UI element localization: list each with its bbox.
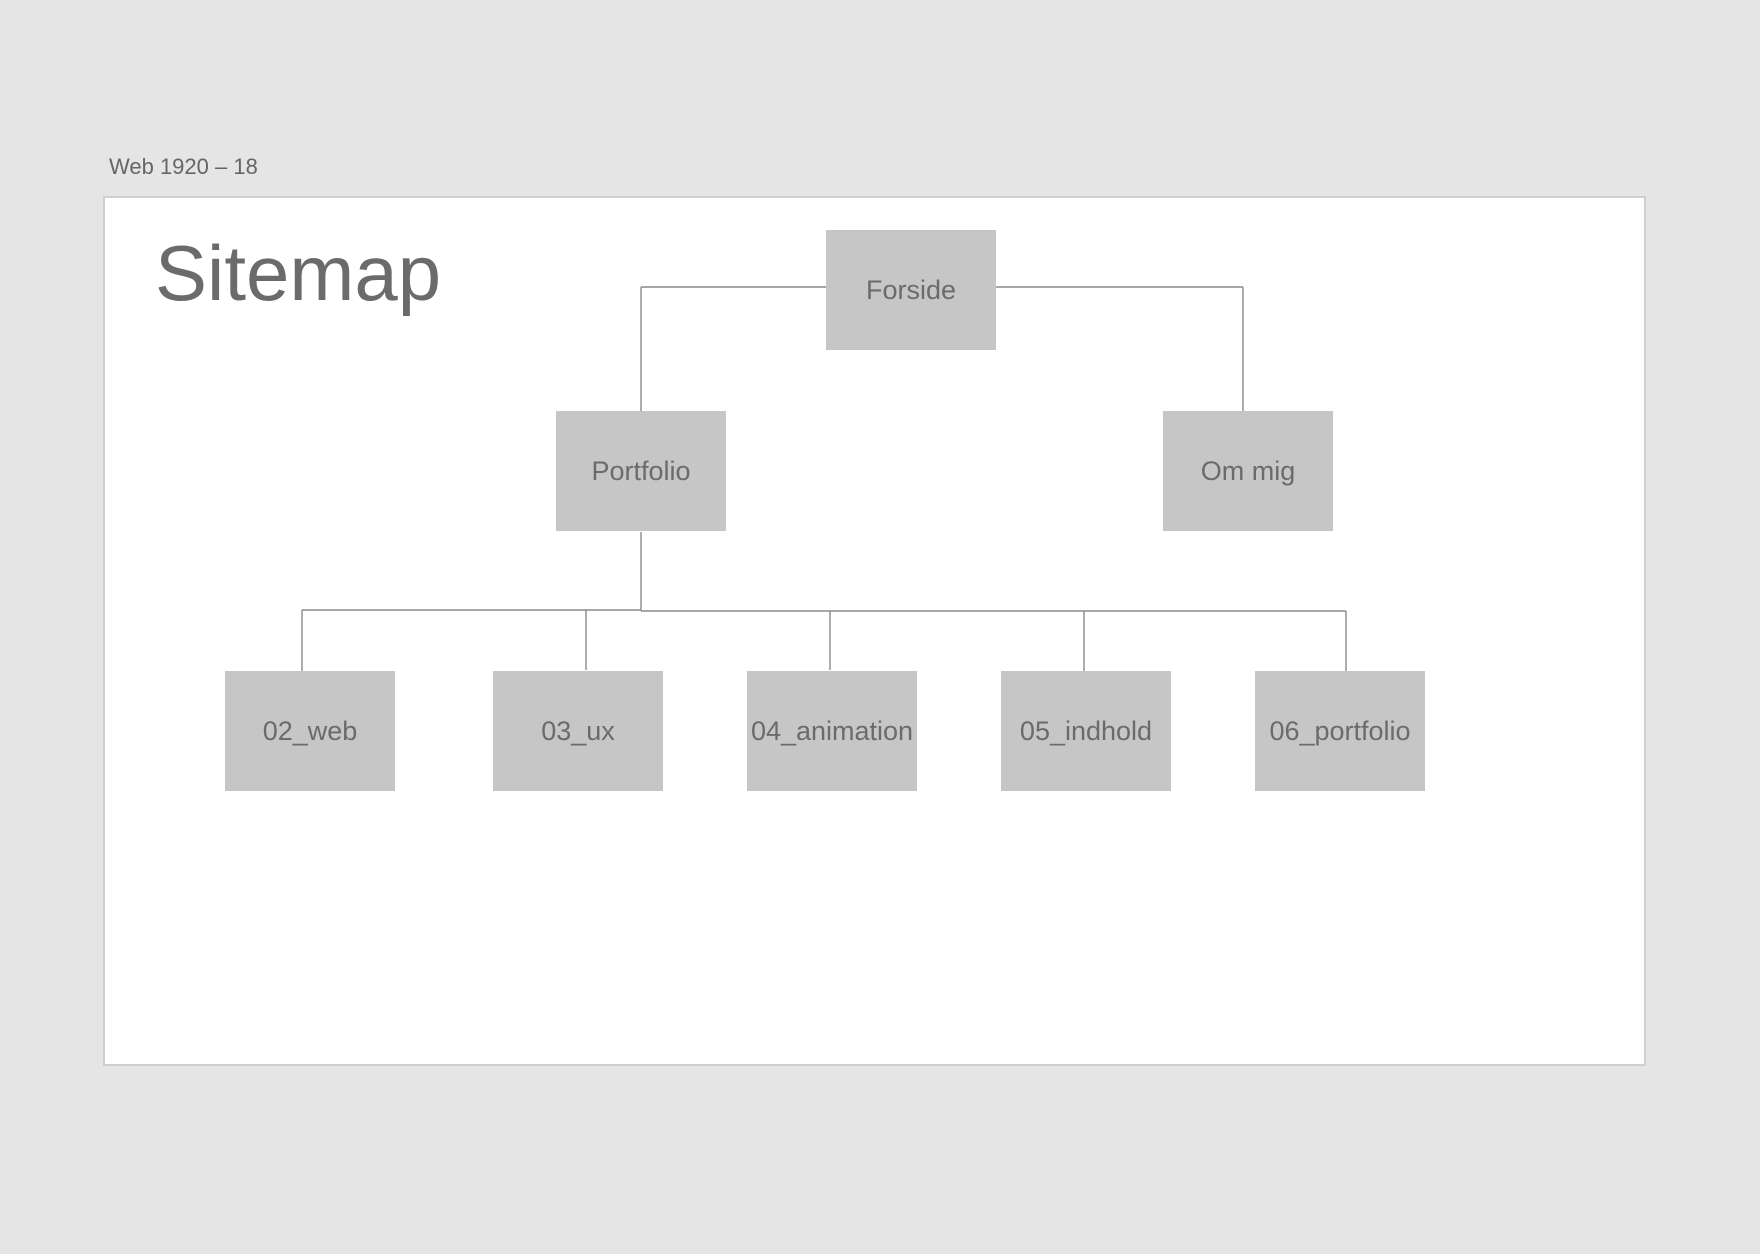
node-forside-label: Forside (865, 274, 957, 305)
node-05-indhold-label: 05_indhold (1019, 715, 1153, 746)
node-portfolio-label: Portfolio (591, 455, 691, 486)
diagram-title: Sitemap (155, 229, 442, 317)
frame-label[interactable]: Web 1920 – 18 (109, 154, 258, 180)
node-03-ux-label: 03_ux (541, 715, 615, 746)
node-06-portfolio-label: 06_portfolio (1269, 715, 1411, 746)
node-portfolio[interactable]: Portfolio (556, 411, 726, 531)
artboard[interactable]: Sitemap Forside Portfolio Om mig 02_web … (103, 196, 1646, 1066)
node-om-mig[interactable]: Om mig (1163, 411, 1333, 531)
design-canvas: Web 1920 – 18 Sitemap Forside Portfolio … (0, 0, 1760, 1254)
node-02-web-label: 02_web (262, 715, 358, 746)
node-forside[interactable]: Forside (826, 230, 996, 350)
node-02-web[interactable]: 02_web (225, 671, 395, 791)
node-05-indhold[interactable]: 05_indhold (1001, 671, 1171, 791)
node-03-ux[interactable]: 03_ux (493, 671, 663, 791)
node-04-animation-label: 04_animation (750, 715, 914, 746)
node-04-animation[interactable]: 04_animation (747, 671, 917, 791)
node-06-portfolio[interactable]: 06_portfolio (1255, 671, 1425, 791)
node-om-mig-label: Om mig (1200, 455, 1296, 486)
